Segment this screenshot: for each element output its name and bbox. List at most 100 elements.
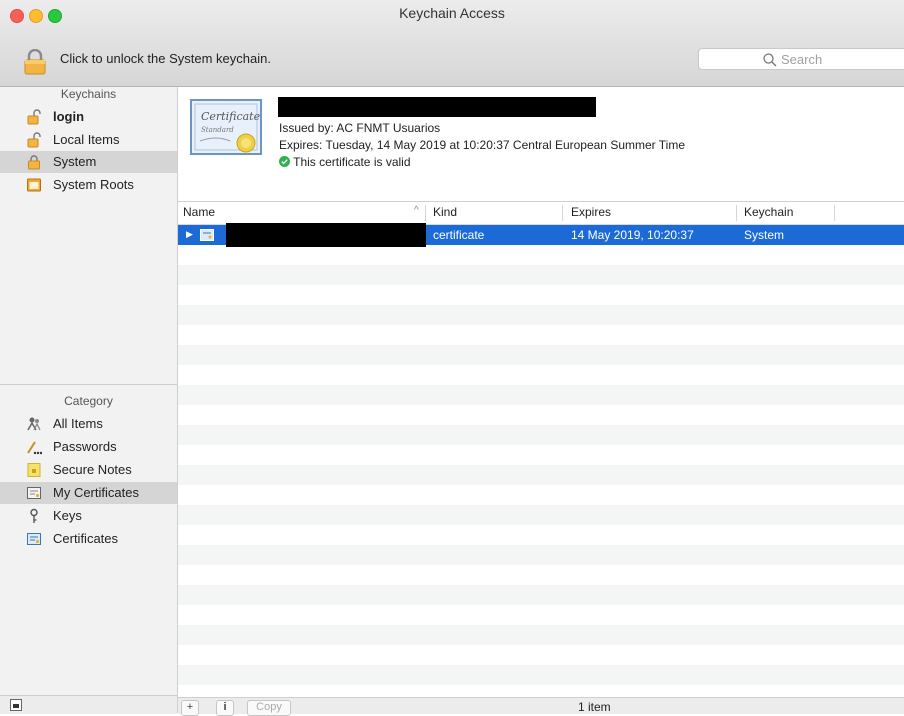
empty-row: [178, 285, 904, 305]
expiry-date: Expires: Tuesday, 14 May 2019 at 10:20:3…: [279, 138, 685, 152]
sidebar-footer: [0, 695, 177, 714]
column-header-keychain[interactable]: Keychain: [744, 205, 793, 219]
unlocked-padlock-icon: [27, 109, 41, 125]
sidebar-item-label: All Items: [53, 416, 103, 431]
empty-row: [178, 645, 904, 665]
empty-row: [178, 465, 904, 485]
certificate-badge-subtitle: Standard: [201, 126, 234, 134]
sort-ascending-icon[interactable]: ^: [414, 205, 419, 216]
sidebar-item-login[interactable]: login: [0, 106, 177, 128]
certificate-badge-title: Certificate: [201, 110, 261, 123]
column-separator[interactable]: [425, 205, 426, 221]
item-count: 1 item: [578, 700, 611, 714]
sidebar-item-label: System Roots: [53, 177, 134, 192]
empty-row: [178, 485, 904, 505]
empty-row: [178, 445, 904, 465]
kind-cell: certificate: [433, 228, 485, 242]
column-header-kind[interactable]: Kind: [433, 205, 457, 219]
sidebar-item-label: Keys: [53, 508, 82, 523]
empty-row: [178, 365, 904, 385]
add-item-button[interactable]: +: [181, 700, 199, 716]
people-icon: [27, 417, 41, 431]
expires-cell: 14 May 2019, 10:20:37: [571, 228, 694, 242]
empty-row: [178, 605, 904, 625]
sidebar-item-secure-notes[interactable]: Secure Notes: [0, 459, 177, 481]
column-separator[interactable]: [834, 205, 835, 221]
status-bar: + i Copy 1 item: [178, 697, 904, 716]
certificate-icon: [27, 533, 41, 545]
sidebar-item-keys[interactable]: Keys: [0, 505, 177, 527]
search-placeholder: Search: [781, 52, 823, 67]
empty-row: [178, 625, 904, 645]
empty-row: [178, 665, 904, 685]
certificate-icon: [27, 487, 41, 499]
sidebar-item-label: Certificates: [53, 531, 119, 546]
sidebar-item-local-items[interactable]: Local Items: [0, 129, 177, 151]
locked-padlock-icon: [28, 155, 40, 170]
note-icon: [27, 463, 41, 477]
table-row[interactable]: ▶ certificate 14 May 2019, 10:20:37 Syst…: [178, 223, 904, 247]
unlock-hint: Click to unlock the System keychain.: [60, 51, 271, 66]
sidebar-divider: [0, 384, 177, 385]
table-header: Name ^ Kind Expires Keychain: [178, 202, 904, 225]
column-separator[interactable]: [736, 205, 737, 221]
empty-row: [178, 345, 904, 365]
empty-row: [178, 305, 904, 325]
sidebar-item-label: My Certificates: [53, 485, 139, 500]
sidebar-item-label: Passwords: [53, 439, 117, 454]
empty-row: [178, 585, 904, 605]
empty-row: [178, 385, 904, 405]
sidebar-item-certificates[interactable]: Certificates: [0, 528, 177, 550]
empty-row: [178, 425, 904, 445]
empty-row: [178, 325, 904, 345]
validity-status: This certificate is valid: [279, 155, 411, 169]
empty-row: [178, 565, 904, 585]
redacted-certificate-name: [278, 97, 596, 117]
empty-row: [178, 265, 904, 285]
empty-row: [178, 525, 904, 545]
empty-row: [178, 505, 904, 525]
search-icon: [763, 53, 777, 67]
copy-button[interactable]: Copy: [247, 700, 291, 716]
sidebar-item-system[interactable]: System: [0, 151, 177, 173]
sidebar-toggle-icon: [13, 704, 19, 708]
disclosure-triangle-icon[interactable]: ▶: [186, 229, 193, 240]
sidebar-item-label: System: [53, 154, 97, 169]
key-icon: [30, 508, 38, 523]
sidebar-item-my-certificates[interactable]: My Certificates: [0, 482, 177, 504]
certificate-badge-icon: Certificate Standard: [190, 99, 262, 155]
redacted-row-name: [226, 223, 426, 247]
cabinet-icon: [27, 178, 41, 192]
sidebar: Keychains login Local Items System Syste…: [0, 87, 178, 714]
search-input[interactable]: Search: [698, 48, 904, 70]
locked-padlock-icon: [24, 48, 46, 75]
item-table: ▶ certificate 14 May 2019, 10:20:37 Syst…: [178, 223, 904, 697]
unlocked-padlock-icon: [27, 132, 41, 148]
issued-by: Issued by: AC FNMT Usuarios: [279, 121, 441, 135]
validity-text: This certificate is valid: [293, 155, 411, 169]
column-header-name[interactable]: Name: [183, 205, 215, 219]
sidebar-item-system-roots[interactable]: System Roots: [0, 174, 177, 196]
toolbar: Keychain Access Click to unlock the Syst…: [0, 0, 904, 87]
sidebar-toggle-button[interactable]: [10, 699, 22, 711]
sidebar-item-all-items[interactable]: All Items: [0, 413, 177, 435]
column-header-expires[interactable]: Expires: [571, 205, 611, 219]
sidebar-item-label: login: [53, 109, 85, 124]
sidebar-item-passwords[interactable]: Passwords: [0, 436, 177, 458]
empty-row: [178, 405, 904, 425]
window-title: Keychain Access: [399, 5, 505, 21]
certificate-icon: [200, 229, 214, 241]
category-header: Category: [64, 394, 113, 408]
pencil-dots-icon: [27, 441, 42, 455]
get-info-button[interactable]: i: [216, 700, 234, 716]
sidebar-item-label: Secure Notes: [53, 462, 132, 477]
sidebar-item-label: Local Items: [53, 132, 120, 147]
empty-row: [178, 245, 904, 265]
column-separator[interactable]: [562, 205, 563, 221]
keychain-cell: System: [744, 228, 785, 242]
lock-button[interactable]: [22, 48, 48, 75]
empty-row: [178, 545, 904, 565]
keychains-header: Keychains: [60, 87, 117, 101]
certificate-detail: Certificate Standard Issued by: AC FNMT …: [178, 87, 904, 202]
checkmark-icon: [279, 156, 290, 167]
